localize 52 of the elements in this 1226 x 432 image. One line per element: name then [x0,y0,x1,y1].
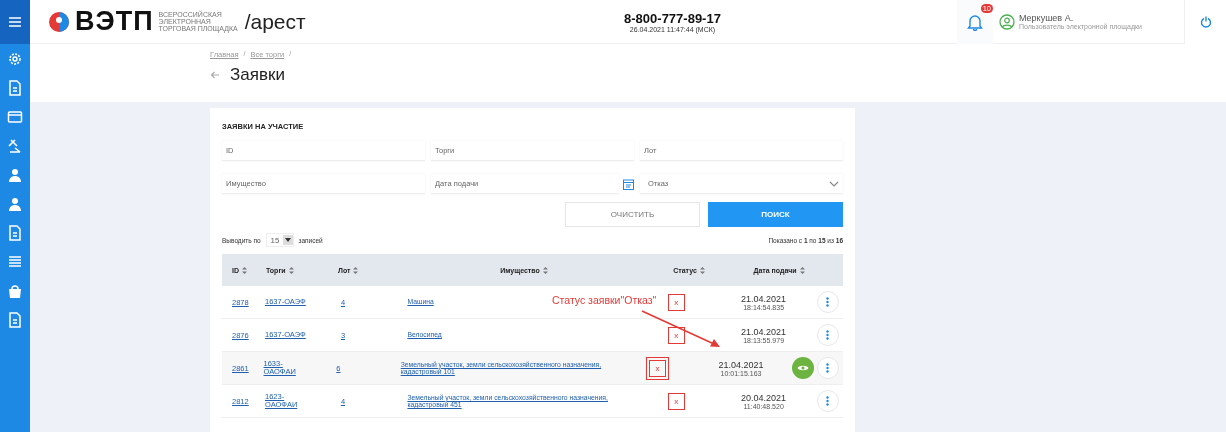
list-icon [7,253,23,270]
caret-icon [284,238,291,242]
date-cell: 20.04.2021 [741,392,787,403]
sort-icon [288,266,294,274]
section-title: /арест [244,9,306,34]
menu-button[interactable] [0,0,30,44]
status-badge: x [667,293,685,311]
user-icon [7,195,23,212]
more-icon [826,363,830,373]
more-button[interactable] [817,324,839,346]
sort-icon [542,266,548,274]
logo-text: ВЭТП [75,6,154,37]
bell-icon [967,12,983,31]
document-icon [7,311,23,328]
user-name[interactable]: Меркушев А. [1019,13,1142,23]
sort-icon [353,266,359,274]
chevron-down-icon [829,180,839,187]
more-icon [826,297,830,307]
page-size-select[interactable]: 15 [265,233,294,247]
document-icon [7,79,23,96]
more-button[interactable] [817,357,839,379]
user-icon [7,166,23,183]
more-button[interactable] [817,291,839,313]
date-cell: 21.04.2021 [741,326,787,337]
date-cell: 21.04.2021 [741,293,787,304]
sort-icon [799,266,805,274]
document-icon [7,224,23,241]
annotation-text: Статус заявки"Отказ" [552,294,657,306]
settings-icon [7,50,23,67]
more-button[interactable] [817,390,839,412]
menu-icon [8,16,22,28]
more-icon [826,396,830,406]
date-cell: 21.04.2021 [718,359,764,370]
status-badge: x [649,359,667,377]
logo-icon [48,10,70,33]
more-icon [826,330,830,340]
clear-button[interactable]: ОЧИСТИТЬ [565,202,700,227]
calendar-icon [623,178,634,190]
power-icon [1199,15,1212,28]
card-icon [7,108,23,125]
view-button[interactable] [792,357,814,379]
phone-number: 8-800-777-89-17 [624,10,721,26]
eye-icon [797,364,809,372]
back-button[interactable] [210,69,222,81]
sort-icon [699,266,705,274]
status-badge: x [667,392,685,410]
page-title: Заявки [230,65,285,85]
logout-button[interactable] [1184,0,1226,44]
status-badge: x [667,326,685,344]
sort-icon [242,266,247,274]
user-icon [999,13,1015,30]
bag-icon [7,282,23,299]
